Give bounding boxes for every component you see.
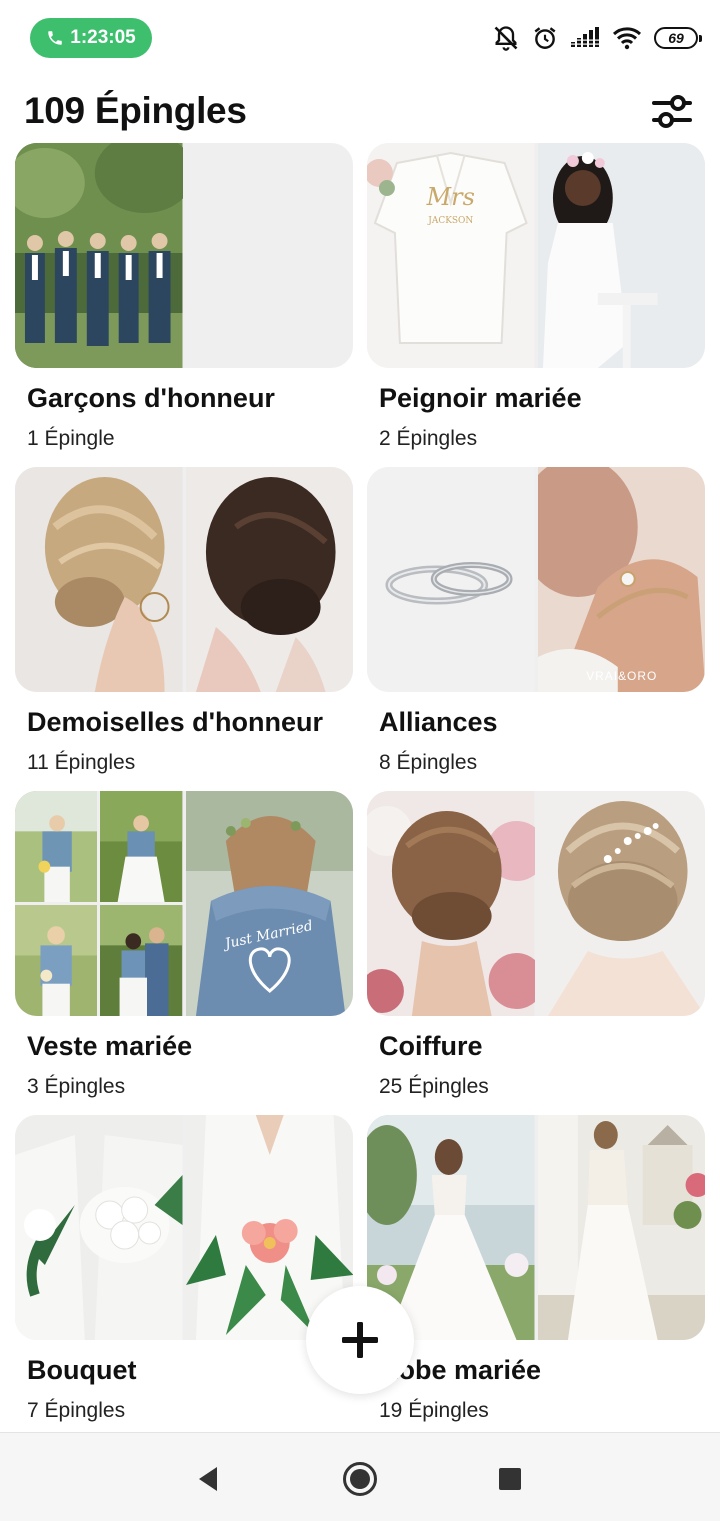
board-cover[interactable]	[367, 791, 705, 1016]
board-cover[interactable]: VRAI&ORO	[367, 467, 705, 692]
board-card[interactable]: Mrs JACKSON Peignoir mariée 2 Épingles	[367, 143, 705, 463]
board-card[interactable]: Robe mariée 19 Épingles	[367, 1115, 705, 1435]
alarm-icon	[534, 27, 556, 49]
board-pin-count: 8 Épingles	[379, 751, 478, 774]
ongoing-call-pill[interactable]: 1:23:05	[30, 18, 152, 58]
sliders-icon	[652, 95, 692, 128]
board-card[interactable]: Garçons d'honneur 1 Épingle	[15, 143, 353, 463]
call-timer: 1:23:05	[70, 27, 136, 48]
board-image: Just Married	[185, 791, 353, 1016]
board-card[interactable]: Just Married Veste mariée 3 Épingles	[15, 791, 353, 1111]
board-name: Bouquet	[27, 1355, 137, 1385]
board-image-placeholder	[186, 143, 354, 368]
board-image: VRAI&ORO	[537, 467, 705, 692]
board-name: Alliances	[379, 707, 498, 737]
back-icon	[199, 1467, 217, 1491]
board-image	[185, 467, 353, 692]
board-image: Mrs JACKSON	[367, 143, 535, 368]
board-image	[537, 1115, 705, 1340]
board-card[interactable]: Bouquet 7 Épingles	[15, 1115, 353, 1435]
board-image-collage	[15, 791, 183, 1016]
board-pin-count: 25 Épingles	[379, 1075, 489, 1098]
board-cover[interactable]: Just Married	[15, 791, 353, 1016]
image-watermark: VRAI&ORO	[586, 669, 657, 683]
board-image	[367, 467, 535, 692]
board-image	[15, 467, 183, 692]
board-cover[interactable]: Mrs JACKSON	[367, 143, 705, 368]
board-name: Coiffure	[379, 1031, 483, 1061]
board-pin-count: 19 Épingles	[379, 1399, 489, 1422]
board-name: Peignoir mariée	[379, 383, 582, 413]
battery-level: 69	[668, 30, 684, 46]
board-cover[interactable]	[367, 1115, 705, 1340]
board-image	[15, 143, 183, 368]
board-card[interactable]: Coiffure 25 Épingles	[367, 791, 705, 1111]
board-name: Veste mariée	[27, 1031, 193, 1061]
board-pin-count: 7 Épingles	[27, 1399, 126, 1422]
wifi-icon	[612, 27, 642, 50]
filter-button[interactable]	[650, 92, 694, 132]
mute-icon	[494, 26, 518, 51]
phone-icon	[48, 31, 62, 45]
plus-icon	[342, 1322, 378, 1358]
home-icon	[343, 1462, 377, 1496]
status-bar: 1:23:05 69	[0, 0, 720, 78]
signal-icon	[571, 27, 599, 47]
board-cover[interactable]	[15, 1115, 353, 1340]
board-card[interactable]: VRAI&ORO Alliances 8 Épingles	[367, 467, 705, 787]
back-button[interactable]	[190, 1461, 226, 1497]
board-cover[interactable]	[15, 467, 353, 692]
board-name: Garçons d'honneur	[27, 383, 275, 413]
create-button[interactable]	[306, 1286, 414, 1394]
battery-icon: 69	[654, 27, 702, 49]
board-cover[interactable]	[15, 143, 353, 368]
board-pin-count: 2 Épingles	[379, 427, 478, 450]
home-button[interactable]	[342, 1461, 378, 1497]
board-image	[15, 1115, 183, 1340]
page-title: 109 Épingles	[24, 90, 247, 131]
board-pin-count: 3 Épingles	[27, 1075, 126, 1098]
board-card[interactable]: Demoiselles d'honneur 11 Épingles	[15, 467, 353, 787]
board-pin-count: 11 Épingles	[27, 751, 136, 774]
robe-name: JACKSON	[427, 216, 473, 226]
board-image	[537, 791, 705, 1016]
recents-button[interactable]	[492, 1461, 528, 1497]
recents-icon	[499, 1468, 521, 1490]
robe-print: Mrs	[426, 183, 475, 211]
board-image	[367, 791, 535, 1016]
board-pin-count: 1 Épingle	[27, 427, 115, 450]
board-image	[537, 143, 705, 368]
board-name: Demoiselles d'honneur	[27, 707, 323, 737]
system-nav-bar	[0, 1432, 720, 1521]
